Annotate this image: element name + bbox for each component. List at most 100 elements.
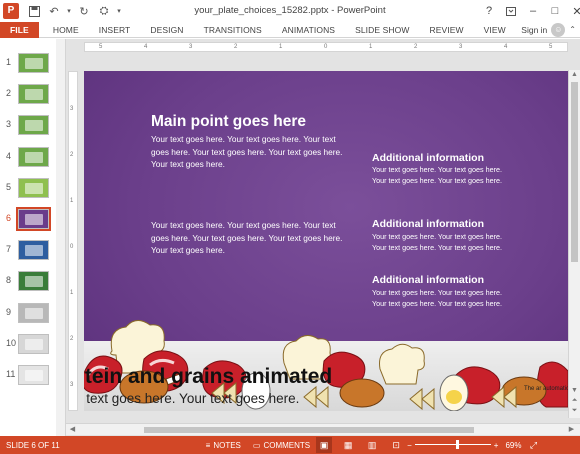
additional-info-text-2[interactable]: Your text goes here. Your text goes here… <box>372 231 504 253</box>
ruler-tick-label: 2 <box>234 44 238 50</box>
zoom-level[interactable]: 69% <box>501 436 525 454</box>
start-from-beginning-icon[interactable]: ⛭ <box>95 2 113 20</box>
thumbnail-preview <box>18 365 49 385</box>
scroll-up-icon[interactable]: ▲ <box>569 70 580 80</box>
corner-note[interactable]: The ar automaticall <box>524 385 568 393</box>
slide-number: 6 <box>6 213 12 223</box>
ruler-tick-label: 5 <box>549 44 553 50</box>
zoom-slider[interactable] <box>414 436 491 454</box>
body-text-1[interactable]: Your text goes here. Your text goes here… <box>151 133 351 171</box>
slide-number: 10 <box>6 337 17 348</box>
restore-button[interactable]: □ <box>544 0 566 22</box>
slide-canvas[interactable]: Main point goes here Your text goes here… <box>84 71 568 411</box>
slide-number: 1 <box>6 57 12 67</box>
customize-toolbar-icon[interactable]: ▾ <box>115 2 123 20</box>
powerpoint-app-icon[interactable]: P <box>3 3 19 19</box>
additional-info-heading-3[interactable]: Additional information <box>372 274 484 286</box>
zoom-in-button[interactable]: + <box>491 436 502 454</box>
comments-button[interactable]: ▭ COMMENTS <box>247 436 316 454</box>
reading-view-icon[interactable]: ▥ <box>364 437 380 453</box>
tab-file[interactable]: FILE <box>0 21 39 38</box>
sign-in[interactable]: Sign in ☺ ⌃ <box>521 22 580 37</box>
thumbnail-scrollbar[interactable] <box>56 39 65 436</box>
tab-slide-show[interactable]: SLIDE SHOW <box>345 22 419 38</box>
tab-home[interactable]: HOME <box>43 22 89 38</box>
ruler-tick-label: 0 <box>324 44 328 50</box>
ruler-tick-label: 2 <box>414 44 418 50</box>
scroll-right-icon[interactable]: ▶ <box>566 425 577 435</box>
next-slide-icon[interactable]: ⏷ <box>569 406 580 416</box>
undo-icon[interactable]: ↶ <box>45 2 63 20</box>
tab-transitions[interactable]: TRANSITIONS <box>194 22 272 38</box>
thumbnail-content <box>25 151 43 163</box>
thumbnail-preview <box>18 84 49 105</box>
help-button[interactable]: ? <box>478 0 500 22</box>
slide-show-icon[interactable]: ⊡ <box>388 437 404 453</box>
comments-label: COMMENTS <box>263 440 311 450</box>
powerpoint-window: P ↶ ▾ ↻ ⛭ ▾ your_plate_choices_15282.ppt… <box>0 0 580 454</box>
slide-number: 2 <box>6 88 12 99</box>
additional-info-heading-1[interactable]: Additional information <box>372 152 484 164</box>
normal-view-icon[interactable]: ▣ <box>316 437 333 453</box>
sign-in-label: Sign in <box>521 24 548 35</box>
collapse-ribbon-icon[interactable]: ⌃ <box>569 25 576 34</box>
ribbon-display-options-icon[interactable] <box>500 0 522 22</box>
slide-sorter-icon[interactable]: ▦ <box>340 437 356 453</box>
tab-insert[interactable]: INSERT <box>89 22 141 38</box>
window-controls: ? – □ ✕ <box>478 0 580 22</box>
thumbnail-content <box>25 245 43 257</box>
tab-review[interactable]: REVIEW <box>419 22 473 38</box>
thumbnail-preview <box>18 115 49 136</box>
close-button[interactable]: ✕ <box>566 0 580 22</box>
thumbnail-preview <box>18 177 49 198</box>
ruler-tick-label: 2 <box>70 152 74 158</box>
additional-info-text-3[interactable]: Your text goes here. Your text goes here… <box>372 287 504 309</box>
slide-title[interactable]: otein and grains animated <box>84 365 332 389</box>
slide-number: 4 <box>6 150 12 161</box>
slide-number: 8 <box>6 275 12 286</box>
vertical-scrollbar[interactable]: ▲ ▼ ⏶ ⏷ <box>568 70 580 418</box>
minimize-button[interactable]: – <box>522 0 544 22</box>
thumbnail-preview <box>18 53 49 73</box>
tab-view[interactable]: VIEW <box>474 22 516 38</box>
vertical-scroll-thumb[interactable] <box>571 82 578 262</box>
thumbnail-content <box>25 58 43 69</box>
scroll-down-icon[interactable]: ▼ <box>569 386 580 396</box>
additional-info-text-1[interactable]: Your text goes here. Your text goes here… <box>372 164 504 186</box>
slide-number: 9 <box>6 306 12 317</box>
slide-number: 7 <box>6 244 12 255</box>
thumbnail-content <box>25 89 43 101</box>
undo-dropdown-icon[interactable]: ▾ <box>65 2 73 20</box>
zoom-slider-knob[interactable] <box>455 440 459 449</box>
previous-slide-icon[interactable]: ⏶ <box>569 396 580 406</box>
main-point-heading[interactable]: Main point goes here <box>151 113 306 131</box>
horizontal-scrollbar[interactable]: ◀ ▶ <box>66 423 580 435</box>
thumbnail-content <box>25 307 43 319</box>
ruler-tick-label: 3 <box>70 382 74 388</box>
slide-subtitle[interactable]: r text goes here. Your text goes here. <box>84 391 299 406</box>
ruler-tick-label: 2 <box>70 336 74 342</box>
ruler-tick-label: 5 <box>99 44 103 50</box>
ruler-tick-label: 3 <box>189 44 193 50</box>
fit-to-window-icon[interactable]: ⤢ <box>525 437 541 453</box>
thumbnail-preview <box>18 333 49 354</box>
ruler-tick-label: 3 <box>459 44 463 50</box>
body-text-2[interactable]: Your text goes here. Your text goes here… <box>151 219 351 257</box>
tab-animations[interactable]: ANIMATIONS <box>272 22 345 38</box>
save-icon[interactable] <box>25 2 43 20</box>
horizontal-scroll-thumb[interactable] <box>144 427 474 433</box>
vertical-ruler: 3 2 1 0 1 2 3 <box>68 71 78 411</box>
notes-icon: ≡ <box>205 440 211 450</box>
additional-info-heading-2[interactable]: Additional information <box>372 218 484 230</box>
thumbnail-preview <box>16 207 51 231</box>
tab-design[interactable]: DESIGN <box>140 22 193 38</box>
notes-button[interactable]: ≡ NOTES <box>200 436 247 454</box>
ruler-tick-label: 4 <box>504 44 508 50</box>
scroll-left-icon[interactable]: ◀ <box>67 425 78 435</box>
comments-icon: ▭ <box>252 440 261 450</box>
thumbnail-content <box>25 120 43 132</box>
thumbnail-preview <box>18 146 49 167</box>
zoom-out-button[interactable]: − <box>404 436 415 454</box>
redo-icon[interactable]: ↻ <box>75 2 93 20</box>
slide-number: 3 <box>6 119 12 130</box>
